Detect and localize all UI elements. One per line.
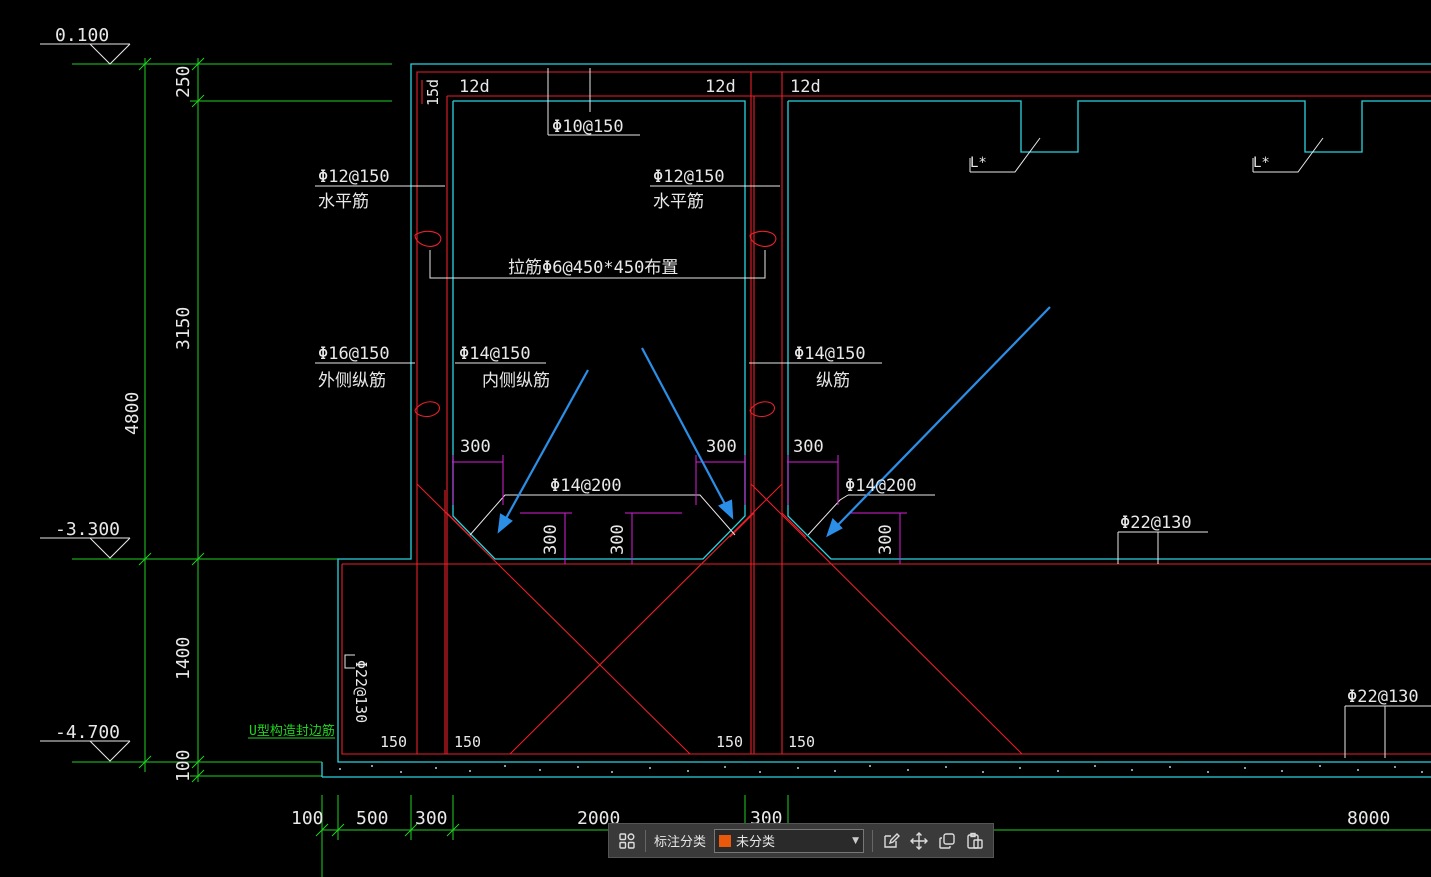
dim-100: 100 xyxy=(173,749,194,782)
dim-h-300a: 300 xyxy=(415,808,448,829)
dim-250: 250 xyxy=(173,65,194,98)
category-value: 未分类 xyxy=(736,835,776,850)
slab-bar-low-spec: Φ22@130 xyxy=(1347,687,1419,707)
l-mark-b: L* xyxy=(1253,155,1270,171)
outer-long-bar-name: 外侧纵筋 xyxy=(318,371,386,391)
side-bar-spec: Φ22@130 xyxy=(352,660,370,723)
leader-lines xyxy=(315,68,1431,758)
cad-drawing-canvas[interactable]: 0.100 -3.300 -4.700 250 3150 4800 1400 1… xyxy=(0,0,1431,877)
haunch-dim-e: 300 xyxy=(608,524,628,555)
dim-1400: 1400 xyxy=(173,637,194,680)
dim-3150: 3150 xyxy=(173,307,194,350)
bottom-bar-left-spec: Φ14@200 xyxy=(550,476,622,496)
elevation-labels: 0.100 -3.300 -4.700 xyxy=(55,25,120,743)
chevron-down-icon: ▼ xyxy=(852,835,860,846)
dim-h-100: 100 xyxy=(291,808,324,829)
dim-h-500: 500 xyxy=(356,808,389,829)
haunch-dim-d: 300 xyxy=(541,524,561,555)
edit-icon[interactable] xyxy=(881,831,901,851)
category-color-swatch xyxy=(719,834,732,847)
haunch-dim-c: 300 xyxy=(793,437,824,457)
dim-4800: 4800 xyxy=(122,392,143,435)
vertical-dimension-labels: 250 3150 4800 1400 100 xyxy=(122,65,194,782)
lap-12d-c: 12d xyxy=(790,77,821,97)
annotation-toolbar: 标注分类 未分类 ▼ xyxy=(608,823,994,858)
cover-label-b: 150 xyxy=(454,733,481,751)
toolbar-divider xyxy=(872,829,874,852)
haunch-dim-a: 300 xyxy=(460,437,491,457)
blinding-layer xyxy=(339,765,1423,773)
horizontal-bar-left-name: 水平筋 xyxy=(318,192,369,212)
cover-label-c: 150 xyxy=(716,733,743,751)
elevation-top: 0.100 xyxy=(55,25,109,46)
toolbar-divider xyxy=(645,829,646,852)
l-mark-a: L* xyxy=(970,155,987,171)
elevation-bottom: -4.700 xyxy=(55,722,120,743)
top-bar-spec: Φ10@150 xyxy=(552,117,624,137)
horizontal-bar-mid-spec: Φ12@150 xyxy=(653,167,725,187)
grid-icon[interactable] xyxy=(617,831,637,851)
bottom-bar-right-spec: Φ14@200 xyxy=(845,476,917,496)
outer-long-bar-spec: Φ16@150 xyxy=(318,344,390,364)
category-select[interactable]: 未分类 ▼ xyxy=(714,828,865,853)
haunch-dim-b: 300 xyxy=(706,437,737,457)
inner-long-bar-name: 内侧纵筋 xyxy=(482,371,550,391)
right-long-bar-name: 纵筋 xyxy=(816,371,850,391)
haunch-dimensions xyxy=(452,455,907,564)
lap-12d-b: 12d xyxy=(705,77,736,97)
move-icon[interactable] xyxy=(909,831,929,851)
elevation-mid: -3.300 xyxy=(55,519,120,540)
lap-15d: 15d xyxy=(424,79,442,106)
highlight-arrows xyxy=(497,306,1051,538)
paste-icon[interactable] xyxy=(965,831,985,851)
horizontal-bar-mid-name: 水平筋 xyxy=(653,192,704,212)
elevation-markers xyxy=(40,43,131,762)
rebar-lines xyxy=(341,71,1431,755)
rebar-annotations: 12d 12d 12d 15d Φ10@150 Φ12@150 水平筋 Φ12@… xyxy=(249,77,1419,751)
category-label: 标注分类 xyxy=(654,835,707,850)
dim-h-8000: 8000 xyxy=(1347,808,1390,829)
tie-bar-spec: 拉筋Φ6@450*450布置 xyxy=(508,258,678,278)
inner-long-bar-spec: Φ14@150 xyxy=(459,344,531,364)
haunch-dim-f: 300 xyxy=(876,524,896,555)
u-bar-label: U型构造封边筋 xyxy=(249,723,335,739)
cover-label-a: 150 xyxy=(380,733,407,751)
horizontal-bar-left-spec: Φ12@150 xyxy=(318,167,390,187)
copy-icon[interactable] xyxy=(937,831,957,851)
slab-bar-spec: Φ22@130 xyxy=(1120,513,1192,533)
right-long-bar-spec: Φ14@150 xyxy=(794,344,866,364)
cover-label-d: 150 xyxy=(788,733,815,751)
lap-12d-a: 12d xyxy=(459,77,490,97)
